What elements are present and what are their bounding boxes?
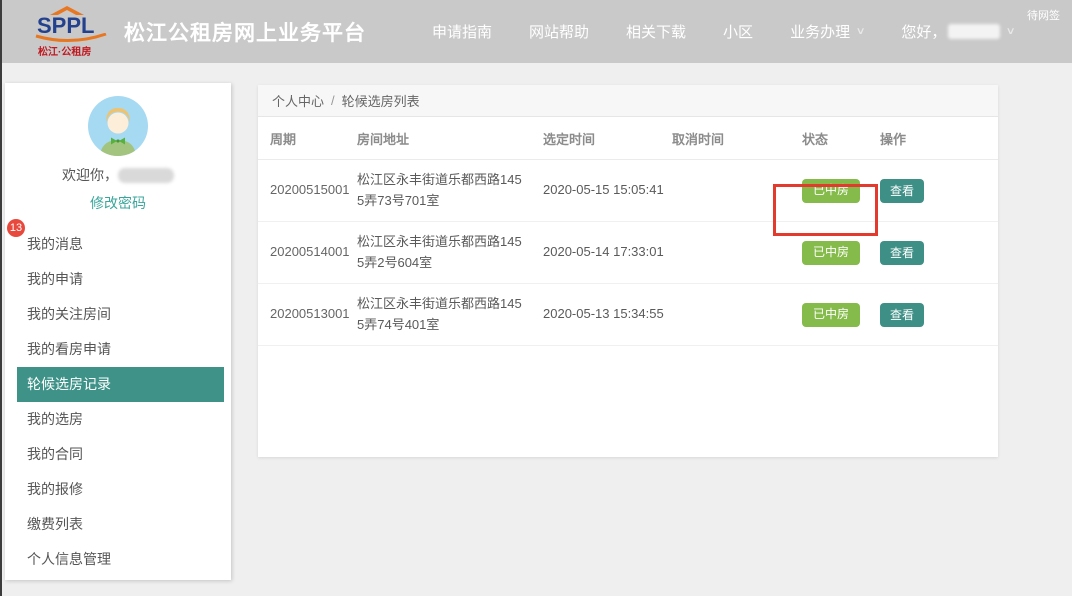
status-badge: 已中房 — [802, 303, 860, 327]
change-password-link[interactable]: 修改密码 — [5, 193, 231, 213]
table-row: 20200514001 松江区永丰街道乐都西路1455弄2号604室 2020-… — [258, 222, 998, 284]
pending-esign-badge[interactable]: 待网签 — [1027, 7, 1060, 23]
selected-time-cell: 2020-05-13 15:34:55 — [543, 304, 672, 324]
col-header-selected-time: 选定时间 — [543, 129, 672, 148]
table-row: 20200515001 松江区永丰街道乐都西路1455弄73号701室 2020… — [258, 160, 998, 222]
status-cell: 已中房 — [802, 303, 880, 327]
site-title: 松江公租房网上业务平台 — [124, 17, 366, 47]
nav-site-help[interactable]: 网站帮助 — [529, 21, 589, 42]
status-badge: 已中房 — [802, 179, 860, 203]
sidebar-item-messages[interactable]: 我的消息 — [17, 227, 224, 262]
welcome-text: 欢迎你， — [5, 165, 231, 185]
sidebar-item-repairs[interactable]: 我的报修 — [17, 472, 224, 507]
address-cell: 松江区永丰街道乐都西路1455弄73号701室 — [357, 170, 543, 210]
breadcrumb-current: 轮候选房列表 — [342, 91, 420, 110]
nav-business-menu[interactable]: 业务办理 ∨ — [790, 21, 864, 42]
status-cell: 已中房 — [802, 179, 880, 203]
sppl-logo[interactable]: SPPL 松江·公租房 — [34, 7, 112, 57]
sidebar-item-personal-info[interactable]: 个人信息管理 — [17, 542, 224, 577]
header-nav: 申请指南 网站帮助 相关下载 小区 业务办理 ∨ 您好， ∨ — [432, 21, 1015, 42]
action-cell: 查看 — [880, 179, 998, 203]
sidebar-item-applications[interactable]: 我的申请 — [17, 262, 224, 297]
window-edge — [0, 0, 2, 596]
table-row: 20200513001 松江区永丰街道乐都西路1455弄74号401室 2020… — [258, 284, 998, 346]
nav-community[interactable]: 小区 — [723, 21, 753, 42]
sidebar: 欢迎你， 修改密码 13 我的消息 我的申请 我的关注房间 我的看房申请 轮候选… — [5, 83, 231, 580]
chevron-down-icon: ∨ — [856, 26, 866, 37]
period-cell: 20200515001 — [270, 180, 357, 200]
status-cell: 已中房 — [802, 241, 880, 265]
col-header-status: 状态 — [802, 129, 880, 148]
col-header-action: 操作 — [880, 129, 998, 148]
breadcrumb: 个人中心 / 轮候选房列表 — [258, 85, 998, 117]
table-header-row: 周期 房间地址 选定时间 取消时间 状态 操作 — [258, 117, 998, 160]
nav-downloads[interactable]: 相关下载 — [626, 21, 686, 42]
view-button[interactable]: 查看 — [880, 303, 924, 327]
redacted-username — [118, 168, 174, 183]
status-badge: 已中房 — [802, 241, 860, 265]
top-header: SPPL 松江·公租房 松江公租房网上业务平台 申请指南 网站帮助 相关下载 小… — [0, 0, 1072, 63]
avatar — [88, 96, 148, 156]
address-cell: 松江区永丰街道乐都西路1455弄74号401室 — [357, 294, 543, 334]
main-panel: 个人中心 / 轮候选房列表 周期 房间地址 选定时间 取消时间 状态 操作 20… — [258, 85, 998, 457]
redacted-username — [948, 24, 1000, 39]
nav-user-menu[interactable]: 您好， ∨ — [901, 21, 1014, 42]
address-cell: 松江区永丰街道乐都西路1455弄2号604室 — [357, 232, 543, 272]
col-header-address: 房间地址 — [357, 129, 543, 148]
action-cell: 查看 — [880, 241, 998, 265]
sidebar-item-waitlist-selection-records[interactable]: 轮候选房记录 — [17, 367, 224, 402]
selected-time-cell: 2020-05-15 15:05:41 — [543, 180, 672, 200]
col-header-cancel-time: 取消时间 — [672, 129, 802, 148]
period-cell: 20200514001 — [270, 242, 357, 262]
sidebar-item-viewing-applications[interactable]: 我的看房申请 — [17, 332, 224, 367]
col-header-period: 周期 — [270, 129, 357, 148]
sidebar-item-contracts[interactable]: 我的合同 — [17, 437, 224, 472]
logo-subtitle: 松江·公租房 — [38, 43, 91, 58]
sidebar-menu: 我的消息 我的申请 我的关注房间 我的看房申请 轮候选房记录 我的选房 我的合同… — [5, 227, 231, 577]
view-button[interactable]: 查看 — [880, 241, 924, 265]
nav-application-guide[interactable]: 申请指南 — [432, 21, 492, 42]
view-button[interactable]: 查看 — [880, 179, 924, 203]
selected-time-cell: 2020-05-14 17:33:01 — [543, 242, 672, 262]
sidebar-item-room-selection[interactable]: 我的选房 — [17, 402, 224, 437]
breadcrumb-parent[interactable]: 个人中心 — [272, 91, 324, 110]
sidebar-item-payments[interactable]: 缴费列表 — [17, 507, 224, 542]
action-cell: 查看 — [880, 303, 998, 327]
sidebar-item-followed-rooms[interactable]: 我的关注房间 — [17, 297, 224, 332]
chevron-down-icon: ∨ — [1006, 26, 1016, 37]
period-cell: 20200513001 — [270, 304, 357, 324]
breadcrumb-separator: / — [331, 93, 335, 108]
